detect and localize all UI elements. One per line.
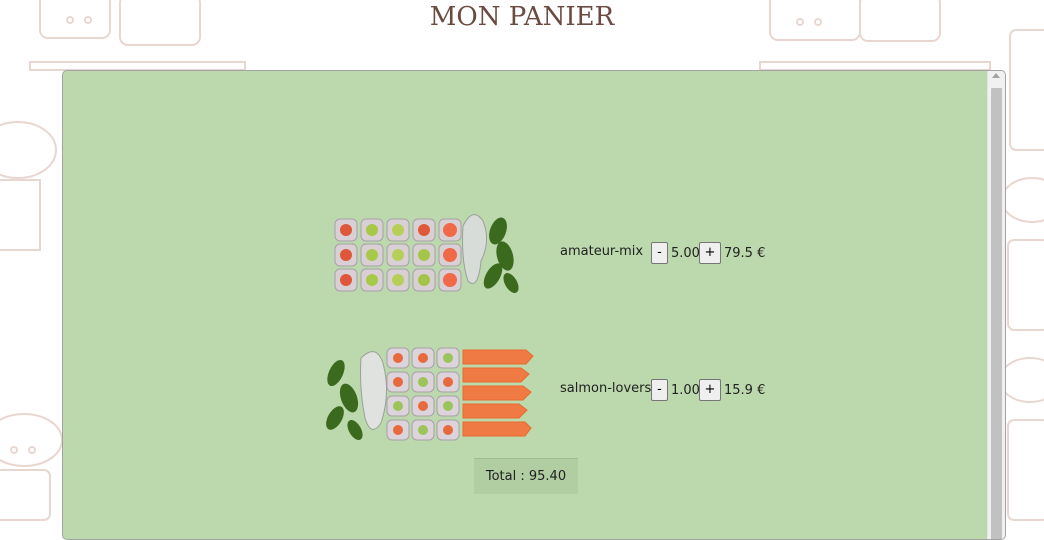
scrollbar-thumb[interactable] xyxy=(991,88,1002,539)
page-title: MON PANIER xyxy=(429,2,615,32)
vertical-scrollbar[interactable] xyxy=(987,71,1005,539)
item-quantity: 5.00 xyxy=(671,246,700,261)
cart-item: amateur-mix - 5.00 + 79.5 € xyxy=(63,196,989,306)
cart-panel: amateur-mix - 5.00 + 79.5 € salmon-lover… xyxy=(62,70,1006,540)
item-name: salmon-lovers xyxy=(560,381,652,396)
scroll-up-arrow-icon[interactable] xyxy=(992,73,1000,78)
cart-total: Total : 95.40 xyxy=(474,458,578,494)
item-name: amateur-mix xyxy=(560,244,644,259)
increase-quantity-button[interactable]: + xyxy=(699,379,721,401)
item-price: 79.5 € xyxy=(724,246,766,261)
cart-item: salmon-lovers - 1.00 + 15.9 € xyxy=(63,333,989,443)
sushi-platter-image xyxy=(334,214,519,293)
item-quantity: 1.00 xyxy=(671,383,700,398)
increase-quantity-button[interactable]: + xyxy=(699,242,721,264)
item-price: 15.9 € xyxy=(724,383,766,398)
decrease-quantity-button[interactable]: - xyxy=(651,242,668,264)
decrease-quantity-button[interactable]: - xyxy=(651,379,668,401)
sushi-platter-image xyxy=(326,347,534,441)
